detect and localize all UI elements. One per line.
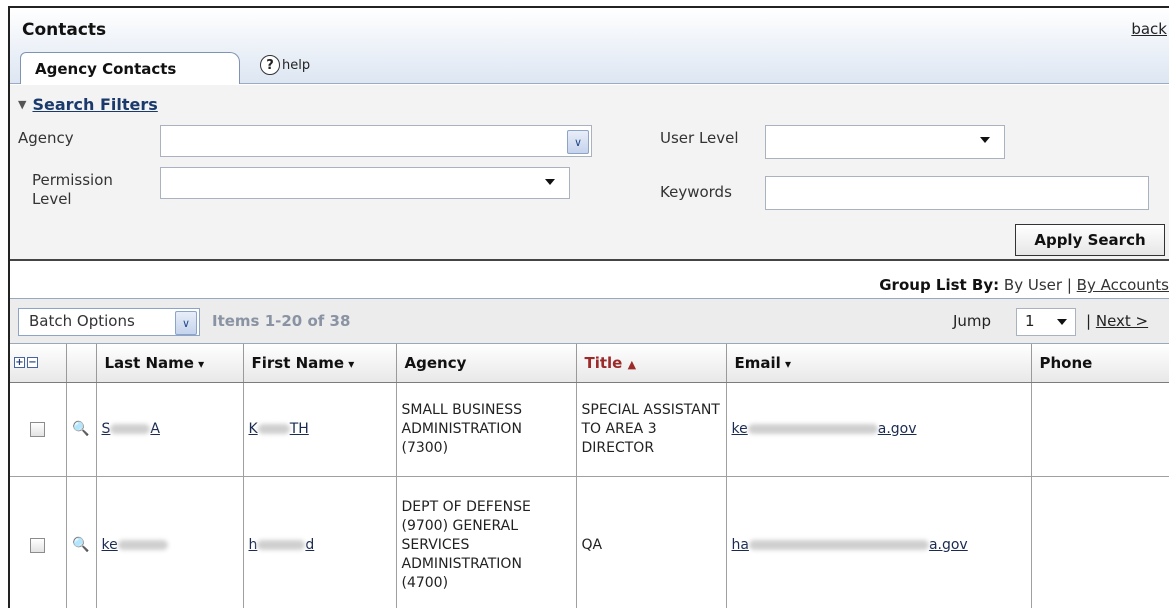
group-list-label: Group List By: [879, 276, 1000, 294]
redacted-text [257, 539, 306, 550]
sort-ascending-icon: ▲ [627, 357, 637, 371]
row-select-cell [10, 382, 67, 477]
email-text: ke [731, 420, 748, 437]
permission-level-label: Permission Level [32, 171, 113, 208]
redacted-text [110, 423, 151, 434]
last-name-text: S [101, 420, 111, 437]
group-by-user-link[interactable]: By User [1004, 276, 1062, 294]
triangle-down-icon: ▼ [18, 98, 27, 111]
keywords-label: Keywords [660, 183, 732, 201]
caret-down-icon [545, 179, 555, 185]
last-name-text-end: A [150, 420, 160, 437]
redacted-text [747, 423, 878, 434]
group-list-by: Group List By: By User | By Accounts [879, 276, 1169, 294]
first-name-link[interactable]: K TH [249, 421, 309, 437]
keywords-input[interactable] [765, 176, 1149, 210]
last-name-link[interactable]: SA [102, 421, 160, 437]
title-header-text: Title [584, 353, 623, 372]
user-level-label: User Level [660, 129, 739, 147]
table-row: 🔍 SA K TH SMALL BUSINESS ADMINISTRATION (… [10, 382, 1169, 477]
jump-page-select[interactable]: 1 [1016, 308, 1076, 336]
search-filters-title: Search Filters [32, 95, 158, 114]
chevron-down-icon[interactable]: ∨ [567, 130, 589, 154]
first-name-text: K [248, 420, 258, 437]
table-row: 🔍 ke hd DEPT OF DEFENSE (9700) GENERAL S… [10, 476, 1169, 608]
first-name-text-end: TH [289, 420, 309, 437]
next-page-link[interactable]: Next > [1096, 312, 1148, 330]
table-header-row: + − Last Name First Name Agency Title ▲ … [10, 344, 1169, 383]
first-name-cell: hd [243, 476, 397, 608]
agency-label: Agency [18, 129, 74, 147]
help-icon: ? [260, 55, 280, 75]
first-name-text: h [248, 536, 258, 553]
first-name-link[interactable]: hd [249, 537, 315, 553]
batch-options-label: Batch Options [29, 312, 135, 330]
last-name-text: ke [101, 536, 118, 553]
expand-all-icon[interactable]: + [14, 357, 25, 369]
last-name-cell: ke [96, 476, 244, 608]
caret-down-icon [1057, 319, 1067, 325]
column-header-email[interactable]: Email [726, 344, 1032, 383]
view-contact-icon[interactable]: 🔍 [66, 382, 97, 477]
tab-label: Agency Contacts [35, 60, 177, 78]
agency-cell: DEPT OF DEFENSE (9700) GENERAL SERVICES … [396, 476, 577, 608]
user-level-select[interactable] [765, 125, 1005, 159]
email-cell: ke a.gov [726, 382, 1032, 477]
batch-options-select[interactable]: Batch Options ∨ [18, 308, 200, 336]
group-by-accounts-link[interactable]: By Accounts [1077, 276, 1169, 294]
apply-search-button[interactable]: Apply Search [1015, 224, 1165, 256]
jump-page-value: 1 [1025, 312, 1035, 330]
email-text-end: a.gov [928, 536, 968, 553]
help-link[interactable]: ? help [260, 55, 310, 75]
pager: | Next > [1086, 312, 1148, 330]
row-checkbox[interactable] [30, 421, 46, 437]
redacted-text [748, 539, 929, 550]
page-header: Contacts back Agency Contacts ? help [10, 8, 1169, 84]
back-link[interactable]: back [1131, 20, 1167, 38]
email-cell: ha a.gov [726, 476, 1032, 608]
last-name-cell: SA [96, 382, 244, 477]
jump-label: Jump [953, 312, 992, 330]
list-toolbar: Batch Options ∨ Items 1-20 of 38 Jump 1 … [10, 298, 1169, 344]
search-filters-panel: ▼ Search Filters Agency ∨ User Level Per… [10, 85, 1169, 261]
column-header-agency[interactable]: Agency [396, 344, 577, 383]
search-filters-toggle[interactable]: ▼ Search Filters [18, 95, 158, 114]
page-title: Contacts [22, 20, 107, 40]
separator: | [1086, 312, 1092, 330]
redacted-text [257, 423, 290, 434]
first-name-cell: K TH [243, 382, 397, 477]
column-header-last-name[interactable]: Last Name [96, 344, 244, 383]
tab-agency-contacts[interactable]: Agency Contacts [20, 52, 240, 84]
phone-cell [1031, 382, 1169, 477]
contacts-page: Contacts back Agency Contacts ? help ▼ S… [8, 6, 1169, 608]
expand-collapse-header: + − [10, 344, 67, 383]
contacts-table: + − Last Name First Name Agency Title ▲ … [10, 344, 1169, 608]
view-contact-icon[interactable]: 🔍 [66, 476, 97, 608]
last-name-link[interactable]: ke [102, 537, 168, 553]
column-header-phone[interactable]: Phone [1031, 344, 1169, 383]
caret-down-icon [980, 137, 990, 143]
view-column-header [66, 344, 97, 383]
phone-cell [1031, 476, 1169, 608]
title-cell: SPECIAL ASSISTANT TO AREA 3 DIRECTOR [576, 382, 727, 477]
redacted-text [117, 539, 168, 550]
column-header-title[interactable]: Title ▲ [576, 344, 727, 383]
agency-combo[interactable]: ∨ [160, 125, 592, 157]
items-count: Items 1-20 of 38 [212, 312, 351, 330]
row-checkbox[interactable] [30, 537, 46, 553]
permission-level-select[interactable] [160, 167, 570, 199]
agency-cell: SMALL BUSINESS ADMINISTRATION (7300) [396, 382, 577, 477]
column-header-first-name[interactable]: First Name [243, 344, 397, 383]
help-label: help [282, 57, 311, 73]
email-text: ha [731, 536, 749, 553]
email-text-end: a.gov [877, 420, 917, 437]
separator: | [1066, 276, 1072, 294]
email-link[interactable]: ke a.gov [732, 421, 917, 437]
chevron-down-icon[interactable]: ∨ [175, 311, 197, 335]
collapse-all-icon[interactable]: − [27, 357, 38, 369]
title-cell: QA [576, 476, 727, 608]
row-select-cell [10, 476, 67, 608]
first-name-text-end: d [305, 536, 315, 553]
email-link[interactable]: ha a.gov [732, 537, 968, 553]
